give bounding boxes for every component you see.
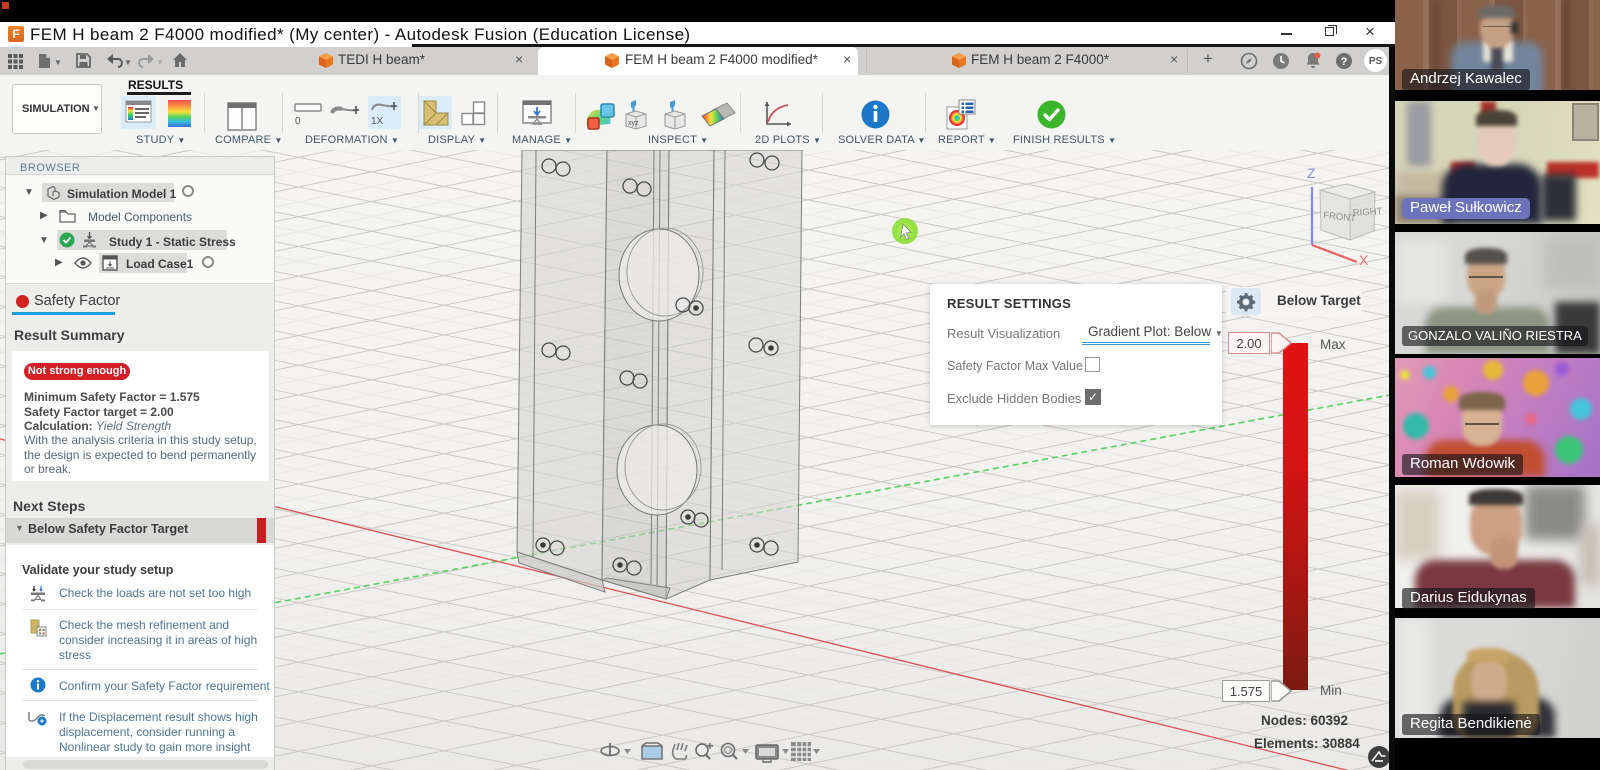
svg-text:RIGHT: RIGHT — [1352, 206, 1382, 219]
svg-text:?: ? — [1341, 56, 1348, 68]
svg-text:0: 0 — [295, 116, 301, 125]
svg-text:1X: 1X — [371, 116, 384, 126]
svg-text:xyz: xyz — [628, 120, 639, 127]
svg-text:Z: Z — [1307, 165, 1316, 181]
svg-text:X: X — [1359, 252, 1369, 265]
